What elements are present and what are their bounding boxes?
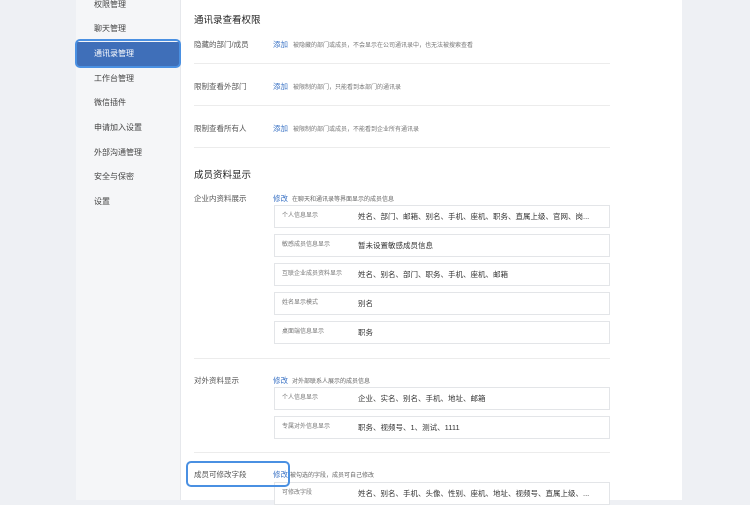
field-label: 个人信息显示: [282, 213, 319, 219]
field-label: 专属对外信息显示: [282, 424, 331, 430]
main-panel: 通讯录查看权限 隐藏的部门/成员 添加 被隐藏的部门或成员，不会显示在公司通讯录…: [181, 0, 682, 505]
sidebar: 权限管理 聊天管理 通讯录管理 工作台管理 微信插件 申请加入设置 外部沟通管理…: [76, 0, 181, 500]
divider: [194, 452, 610, 453]
divider: [194, 147, 610, 148]
field-label: 桌面端信息显示: [282, 329, 325, 335]
internal-display-desc: 在聊天和通讯录等界面显示的成员信息: [292, 197, 395, 203]
restrict-all-add-link[interactable]: 添加: [273, 123, 288, 134]
member-display-section-title: 成员资料显示: [194, 170, 252, 181]
editable-fields-desc: 被勾选的字段，成员可自己修改: [290, 473, 375, 479]
sidebar-item-workbench[interactable]: 工作台管理: [76, 67, 180, 91]
divider: [194, 358, 610, 359]
field-value: 暂未设置敏感成员信息: [358, 241, 433, 250]
field-value: 职务: [358, 328, 373, 337]
field-label: 敏感成员信息显示: [282, 242, 331, 248]
internal-field-desktop: 桌面端信息显示 职务: [274, 321, 610, 344]
internal-field-sensitive: 敏感成员信息显示 暂未设置敏感成员信息: [274, 234, 610, 257]
field-value: 姓名、别名、手机、头像、性别、座机、地址、视频号、直属上级、...: [358, 489, 590, 498]
field-value: 姓名、别名、部门、职务、手机、座机、邮箱: [358, 270, 508, 279]
field-label: 互联企业成员资料显示: [282, 271, 343, 277]
hidden-members-label: 隐藏的部门/成员: [194, 40, 249, 49]
restrict-other-dept-desc: 被限制的部门，只能看到本部门的通讯录: [293, 85, 402, 91]
internal-display-label: 企业内资料展示: [194, 194, 247, 203]
field-value: 企业、实名、别名、手机、地址、邮箱: [358, 394, 486, 403]
external-display-desc: 对外部联系人展示的成员信息: [292, 379, 371, 385]
restrict-other-dept-add-link[interactable]: 添加: [273, 81, 288, 92]
sidebar-item-join-settings[interactable]: 申请加入设置: [76, 116, 180, 140]
hidden-members-add-link[interactable]: 添加: [273, 39, 288, 50]
sidebar-highlight-frame: [75, 39, 181, 68]
divider: [194, 63, 610, 64]
restrict-other-dept-label: 限制查看外部门: [194, 82, 247, 91]
field-label: 个人信息显示: [282, 395, 319, 401]
external-field-exclusive: 专属对外信息显示 职务、视频号、1、测试、1111: [274, 416, 610, 439]
internal-field-name-mode: 姓名显示模式 别名: [274, 292, 610, 315]
permissions-section-title: 通讯录查看权限: [194, 15, 261, 26]
external-display-label: 对外资料显示: [194, 376, 239, 385]
sidebar-item-chat[interactable]: 聊天管理: [76, 17, 180, 41]
field-value: 姓名、部门、邮箱、别名、手机、座机、职务、直属上级、官网、岗...: [358, 212, 590, 221]
internal-field-personal: 个人信息显示 姓名、部门、邮箱、别名、手机、座机、职务、直属上级、官网、岗...: [274, 205, 610, 228]
sidebar-item-settings[interactable]: 设置: [76, 190, 180, 214]
field-value: 别名: [358, 299, 373, 308]
divider: [194, 105, 610, 106]
sidebar-item-security[interactable]: 安全与保密: [76, 165, 180, 189]
external-display-edit-link[interactable]: 修改: [273, 375, 288, 386]
editable-field-list: 可修改字段 姓名、别名、手机、头像、性别、座机、地址、视频号、直属上级、...: [274, 482, 610, 505]
hidden-members-desc: 被隐藏的部门或成员，不会显示在公司通讯录中，也无法被搜索查看: [293, 43, 474, 49]
internal-display-edit-link[interactable]: 修改: [273, 193, 288, 204]
external-field-personal: 个人信息显示 企业、实名、别名、手机、地址、邮箱: [274, 387, 610, 410]
sidebar-item-external-comm[interactable]: 外部沟通管理: [76, 141, 180, 165]
sidebar-item-wechat-plugin[interactable]: 微信插件: [76, 91, 180, 115]
internal-field-interconnected: 互联企业成员资料显示 姓名、别名、部门、职务、手机、座机、邮箱: [274, 263, 610, 286]
editable-fields-highlight-frame: [186, 461, 290, 487]
restrict-all-desc: 被限制的部门或成员，不能看到企业所有通讯录: [293, 127, 420, 133]
sidebar-item-permissions[interactable]: 权限管理: [76, 0, 180, 17]
field-value: 职务、视频号、1、测试、1111: [358, 423, 460, 432]
restrict-all-label: 限制查看所有人: [194, 124, 247, 133]
field-label: 姓名显示模式: [282, 300, 319, 306]
